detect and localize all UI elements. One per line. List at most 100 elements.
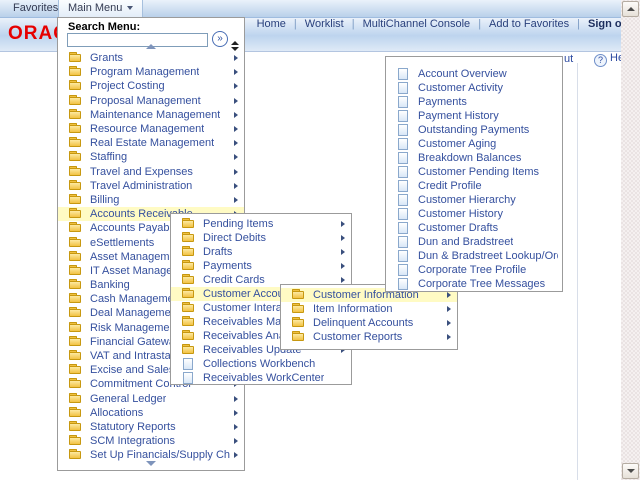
- page-icon: [397, 236, 410, 248]
- nav-add-to-favorites[interactable]: Add to Favorites: [485, 18, 573, 30]
- menu-item-label: Customer History: [418, 208, 503, 220]
- nav-multichannel-console[interactable]: MultiChannel Console: [359, 18, 475, 30]
- page-icon: [397, 208, 410, 220]
- menu-item-receivables-workcenter[interactable]: Receivables WorkCenter: [171, 371, 351, 385]
- menu-item-billing[interactable]: Billing: [58, 193, 244, 207]
- menu-item-collections-workbench[interactable]: Collections Workbench: [171, 357, 351, 371]
- page-icon: [182, 358, 195, 370]
- menu-scroll-down-icon[interactable]: [146, 461, 156, 466]
- folder-icon: [69, 251, 82, 263]
- menu-item-customer-reports[interactable]: Customer Reports: [281, 330, 457, 344]
- folder-icon: [69, 364, 82, 376]
- menu-item-label: Receivables WorkCenter: [203, 372, 324, 384]
- folder-icon: [182, 302, 195, 314]
- menu-item-corporate-tree-profile[interactable]: Corporate Tree Profile: [386, 263, 562, 277]
- submenu-arrow-icon: [234, 126, 238, 132]
- menu-item-label: Corporate Tree Profile: [418, 264, 526, 276]
- scrollbar-down-icon[interactable]: [622, 463, 639, 479]
- menu-item-label: Grants: [90, 52, 123, 64]
- submenu-arrow-icon: [234, 183, 238, 189]
- nav-home[interactable]: Home: [253, 18, 290, 30]
- menu-item-real-estate-management[interactable]: Real Estate Management: [58, 136, 244, 150]
- menu-item-pending-items[interactable]: Pending Items: [171, 217, 351, 231]
- layout-link-fragment[interactable]: ut: [564, 53, 573, 65]
- page-icon: [397, 138, 410, 150]
- menu-item-label: Pending Items: [203, 218, 273, 230]
- menu-item-customer-hierarchy[interactable]: Customer Hierarchy: [386, 193, 562, 207]
- menu-item-customer-pending-items[interactable]: Customer Pending Items: [386, 165, 562, 179]
- menu-item-staffing[interactable]: Staffing: [58, 150, 244, 164]
- folder-icon: [69, 208, 82, 220]
- menu-item-statutory-reports[interactable]: Statutory Reports: [58, 420, 244, 434]
- menu-item-label: Dun & Bradstreet Lookup/Order: [418, 250, 558, 262]
- menu-item-label: Credit Profile: [418, 180, 482, 192]
- menu-item-dun-and-bradstreet[interactable]: Dun and Bradstreet: [386, 235, 562, 249]
- menu-item-project-costing[interactable]: Project Costing: [58, 79, 244, 93]
- search-submit-icon[interactable]: »: [212, 31, 228, 47]
- menu-item-label: Staffing: [90, 151, 127, 163]
- page-icon: [397, 110, 410, 122]
- menu-item-drafts[interactable]: Drafts: [171, 245, 351, 259]
- menu-item-dun-bradstreet-lookup-order[interactable]: Dun & Bradstreet Lookup/Order: [386, 249, 562, 263]
- menu-item-corporate-tree-messages[interactable]: Corporate Tree Messages: [386, 277, 562, 291]
- vertical-scrollbar[interactable]: [621, 0, 640, 480]
- menu-item-customer-activity[interactable]: Customer Activity: [386, 81, 562, 95]
- menu-item-travel-administration[interactable]: Travel Administration: [58, 179, 244, 193]
- menu-item-delinquent-accounts[interactable]: Delinquent Accounts: [281, 316, 457, 330]
- folder-icon: [69, 307, 82, 319]
- folder-icon: [69, 137, 82, 149]
- menu-item-item-information[interactable]: Item Information: [281, 302, 457, 316]
- submenu-arrow-icon: [341, 235, 345, 241]
- main-menu-button[interactable]: Main Menu: [58, 0, 143, 17]
- menu-item-label: Allocations: [90, 407, 143, 419]
- menu-item-breakdown-balances[interactable]: Breakdown Balances: [386, 151, 562, 165]
- menu-item-label: Breakdown Balances: [418, 152, 521, 164]
- folder-icon: [292, 317, 305, 329]
- menu-item-label: Drafts: [203, 246, 232, 258]
- menu-item-direct-debits[interactable]: Direct Debits: [171, 231, 351, 245]
- menu-item-credit-profile[interactable]: Credit Profile: [386, 179, 562, 193]
- menu-item-payments[interactable]: Payments: [386, 95, 562, 109]
- search-menu-input[interactable]: [67, 33, 208, 47]
- folder-icon: [182, 330, 195, 342]
- menu-item-label: Outstanding Payments: [418, 124, 529, 136]
- menu-item-label: Proposal Management: [90, 95, 201, 107]
- menu-item-grants[interactable]: Grants: [58, 51, 244, 65]
- menu-item-travel-and-expenses[interactable]: Travel and Expenses: [58, 165, 244, 179]
- menu-item-customer-aging[interactable]: Customer Aging: [386, 137, 562, 151]
- menu-item-customer-history[interactable]: Customer History: [386, 207, 562, 221]
- folder-icon: [182, 288, 195, 300]
- folder-icon: [69, 194, 82, 206]
- folder-icon: [69, 350, 82, 362]
- page-icon: [182, 372, 195, 384]
- nav-worklist[interactable]: Worklist: [301, 18, 348, 30]
- menu-item-label: Payment History: [418, 110, 499, 122]
- menu-item-scm-integrations[interactable]: SCM Integrations: [58, 434, 244, 448]
- menu-item-payment-history[interactable]: Payment History: [386, 109, 562, 123]
- page-icon: [397, 194, 410, 206]
- menu-item-proposal-management[interactable]: Proposal Management: [58, 94, 244, 108]
- menu-item-outstanding-payments[interactable]: Outstanding Payments: [386, 123, 562, 137]
- customer-information-submenu: Account OverviewCustomer ActivityPayment…: [385, 56, 563, 292]
- menu-item-resource-management[interactable]: Resource Management: [58, 122, 244, 136]
- menu-item-customer-drafts[interactable]: Customer Drafts: [386, 221, 562, 235]
- menu-item-program-management[interactable]: Program Management: [58, 65, 244, 79]
- menu-item-payments[interactable]: Payments: [171, 259, 351, 273]
- menu-item-general-ledger[interactable]: General Ledger: [58, 392, 244, 406]
- menu-item-maintenance-management[interactable]: Maintenance Management: [58, 108, 244, 122]
- menu-item-account-overview[interactable]: Account Overview: [386, 67, 562, 81]
- folder-icon: [69, 66, 82, 78]
- menu-item-label: Risk Management: [90, 322, 179, 334]
- menu-item-label: Program Management: [90, 66, 199, 78]
- scrollbar-up-icon[interactable]: [622, 1, 639, 17]
- menu-item-label: Set Up Financials/Supply Chain: [90, 449, 230, 461]
- page-icon: [397, 96, 410, 108]
- menu-scroll-up-icon[interactable]: [146, 44, 156, 49]
- folder-icon: [69, 237, 82, 249]
- menu-item-allocations[interactable]: Allocations: [58, 406, 244, 420]
- menu-item-label: Customer Hierarchy: [418, 194, 516, 206]
- folder-icon: [182, 316, 195, 328]
- menu-resize-handle-icon[interactable]: [231, 41, 239, 51]
- submenu-arrow-icon: [234, 140, 238, 146]
- folder-icon: [182, 246, 195, 258]
